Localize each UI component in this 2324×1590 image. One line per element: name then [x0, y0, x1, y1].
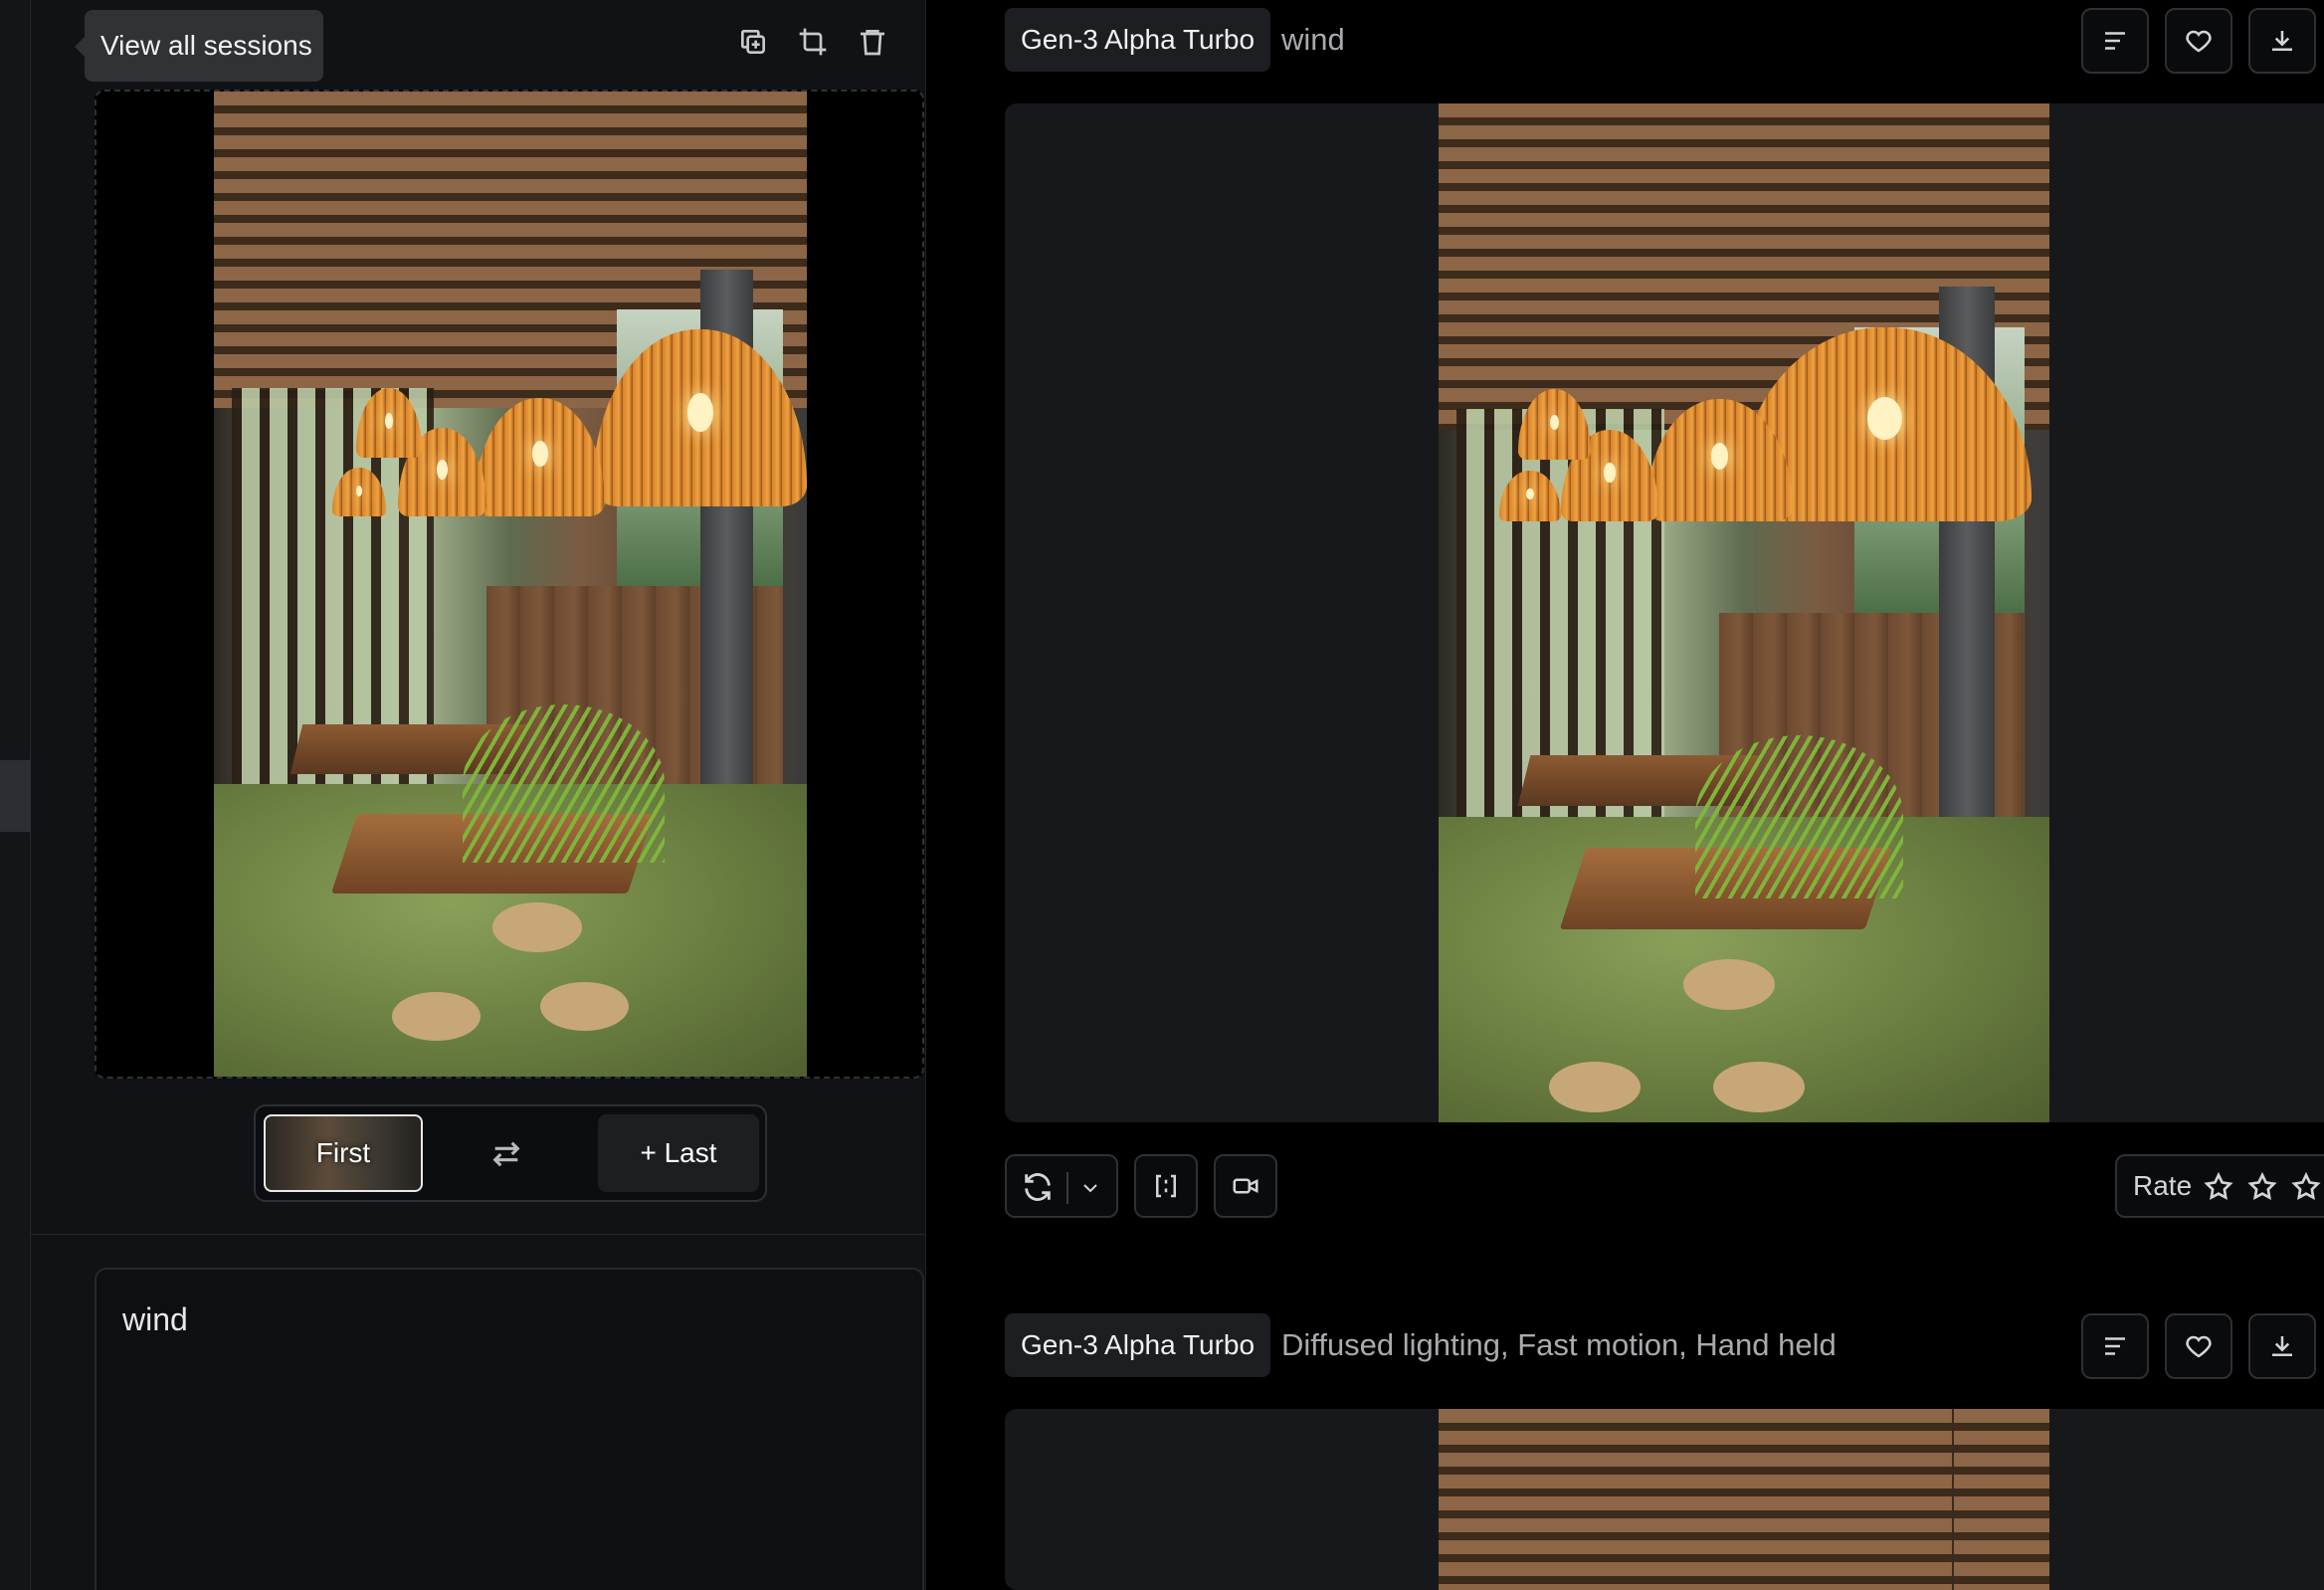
favorite-button[interactable]	[2165, 1313, 2232, 1379]
sidebar-sliver	[0, 0, 31, 1590]
last-frame-label: + Last	[640, 1137, 717, 1168]
generation-header: Gen-3 Alpha Turbo Diffused lighting, Fas…	[1005, 1313, 2324, 1379]
last-frame-button[interactable]: + Last	[598, 1114, 759, 1192]
extend-button[interactable]	[1134, 1154, 1198, 1218]
star-icon	[2247, 1171, 2277, 1200]
sidebar-active-item[interactable]	[0, 760, 31, 832]
favorite-button[interactable]	[2165, 8, 2232, 74]
details-icon	[2105, 32, 2125, 50]
reference-image	[214, 92, 807, 1077]
generation-prompt: wind	[1281, 22, 1345, 57]
session-panel: View all sessions First + Last wind	[31, 0, 926, 1590]
first-frame-label: First	[315, 1137, 371, 1168]
trash-icon	[861, 30, 884, 56]
video-frame	[1439, 1409, 2049, 1590]
chevron-down-icon[interactable]	[1078, 1176, 1102, 1200]
heart-icon	[2186, 30, 2212, 53]
copy-icon	[741, 30, 765, 54]
panel-divider	[31, 1234, 926, 1235]
rating-widget: Rate	[2115, 1154, 2324, 1218]
video-frame	[1439, 103, 2049, 1122]
star-3[interactable]	[2290, 1171, 2322, 1203]
download-icon	[2272, 1336, 2292, 1356]
download-icon	[2272, 31, 2292, 51]
keyframe-toggle: First + Last	[254, 1104, 767, 1202]
rate-label: Rate	[2133, 1170, 2193, 1201]
reference-image-frame[interactable]	[95, 90, 924, 1079]
generation-prompt: Diffused lighting, Fast motion, Hand hel…	[1281, 1327, 1837, 1362]
refresh-icon	[1025, 1173, 1051, 1201]
app-root: View all sessions First + Last wind Gen-…	[0, 0, 2324, 1590]
swap-arrows-icon	[492, 1141, 520, 1167]
prompt-text: wind	[122, 1301, 188, 1337]
view-sessions-tooltip: View all sessions	[75, 10, 323, 82]
generation-feed: Gen-3 Alpha Turbo wind Rate Gen-3 Alpha …	[927, 0, 2324, 1590]
crop-icon	[799, 28, 827, 56]
star-1[interactable]	[2203, 1171, 2234, 1203]
duplicate-button[interactable]	[733, 22, 773, 62]
regenerate-split-button[interactable]	[1005, 1154, 1118, 1218]
download-button[interactable]	[2248, 1313, 2316, 1379]
extend-icon	[1156, 1174, 1176, 1198]
star-icon	[2204, 1171, 2233, 1200]
heart-icon	[2186, 1335, 2212, 1358]
first-frame-button[interactable]: First	[264, 1114, 423, 1192]
details-button[interactable]	[2081, 8, 2149, 74]
swap-frames-button[interactable]	[483, 1130, 530, 1178]
model-tag: Gen-3 Alpha Turbo	[1005, 1313, 1271, 1377]
generation-actions: Rate	[1005, 1154, 2324, 1218]
delete-button[interactable]	[853, 22, 892, 62]
generated-video[interactable]	[1005, 103, 2324, 1122]
tooltip-text: View all sessions	[100, 30, 312, 61]
download-button[interactable]	[2248, 8, 2316, 74]
star-2[interactable]	[2246, 1171, 2278, 1203]
star-icon	[2291, 1171, 2321, 1200]
camera-control-button[interactable]	[1214, 1154, 1277, 1218]
video-camera-icon	[1233, 1178, 1259, 1194]
details-icon	[2105, 1337, 2125, 1355]
generation-header: Gen-3 Alpha Turbo wind	[1005, 8, 2324, 74]
prompt-input[interactable]: wind	[95, 1268, 924, 1590]
details-button[interactable]	[2081, 1313, 2149, 1379]
crop-button[interactable]	[793, 22, 833, 62]
model-tag: Gen-3 Alpha Turbo	[1005, 8, 1271, 72]
generated-video[interactable]	[1005, 1409, 2324, 1590]
split-separator	[1066, 1172, 1068, 1204]
